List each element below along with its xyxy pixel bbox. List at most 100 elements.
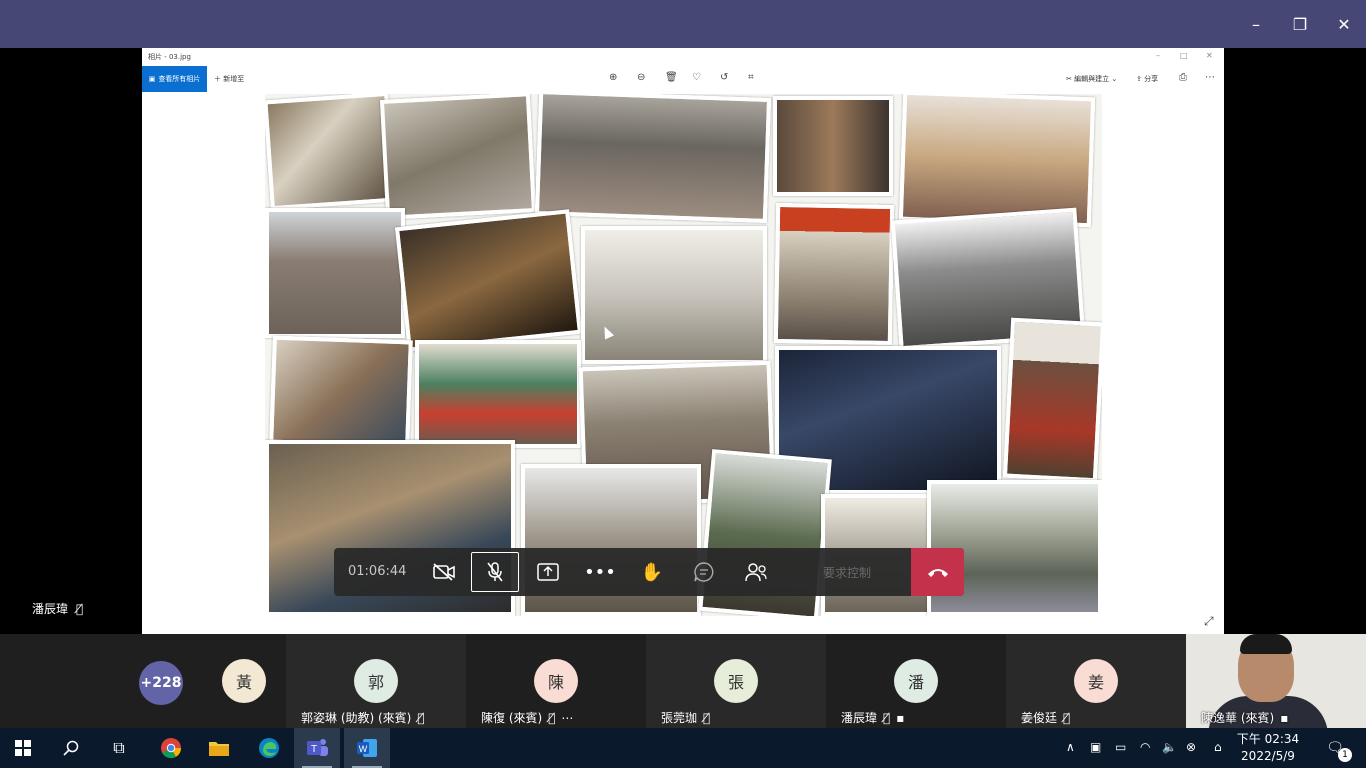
mic-muted-icon: 🎙̸ bbox=[417, 710, 425, 725]
hand-icon: ✋ bbox=[640, 561, 664, 583]
presenter-name: 潘辰瑋 bbox=[32, 602, 69, 616]
raise-hand-button[interactable]: ✋ bbox=[628, 552, 676, 592]
participant-tile[interactable]: 張 張莞珈 🎙̸ bbox=[646, 634, 826, 728]
battery-icon[interactable]: ▭ bbox=[1115, 740, 1126, 754]
participant-name-row: 張莞珈 🎙̸ bbox=[661, 709, 710, 726]
chevron-down-icon: ⌄ bbox=[1111, 75, 1118, 83]
folder-icon bbox=[209, 742, 229, 756]
windows-logo-icon bbox=[15, 740, 31, 756]
task-view-button[interactable]: ⧉ bbox=[96, 728, 142, 768]
participant-tile[interactable]: 姜 姜俊廷 🎙̸ bbox=[1006, 634, 1186, 728]
crop-icon[interactable]: ⌗ bbox=[748, 72, 754, 83]
collage-photo bbox=[773, 202, 895, 346]
svg-text:T: T bbox=[311, 744, 317, 755]
participant-tile[interactable]: 郭 郭姿琳 (助教) (來賓) 🎙̸ bbox=[286, 634, 466, 728]
notification-count-badge: 1 bbox=[1338, 748, 1352, 762]
expand-icon[interactable]: ⤢ bbox=[1204, 614, 1214, 629]
photo-collage-image bbox=[265, 94, 1102, 616]
collage-photo bbox=[1002, 317, 1102, 483]
photos-toolbar: ▣ 查看所有相片 ＋ 新增至 ⊕ ⊖ 🗑 ♡ ↺ ⌗ ✂ 編輯與建立 ⌄ ⇪ 分… bbox=[142, 66, 1224, 92]
shared-photos-window: 相片 - 03.jpg – □ ✕ ▣ 查看所有相片 ＋ 新增至 ⊕ ⊖ 🗑 ♡… bbox=[142, 48, 1224, 634]
edit-create-label: 編輯與建立 bbox=[1074, 75, 1110, 83]
ellipsis-icon: ••• bbox=[584, 561, 616, 583]
participants-button[interactable] bbox=[732, 552, 780, 592]
photo-icon: ▣ bbox=[148, 75, 156, 83]
taskbar-edge[interactable] bbox=[246, 728, 292, 768]
favorite-heart-icon[interactable]: ♡ bbox=[692, 72, 701, 83]
taskbar-chrome[interactable] bbox=[148, 728, 194, 768]
see-all-photos-button[interactable]: ▣ 查看所有相片 bbox=[142, 66, 207, 92]
collage-photo bbox=[581, 226, 767, 364]
taskbar-teams[interactable]: T bbox=[294, 728, 340, 768]
clock-time: 下午 02:34 bbox=[1236, 732, 1300, 746]
input-method-icon[interactable]: ⌂ bbox=[1214, 740, 1222, 754]
camera-toggle-button[interactable] bbox=[420, 552, 468, 592]
overflow-participants-badge[interactable]: +228 bbox=[139, 661, 183, 705]
mic-muted-icon: 🎙̸ bbox=[883, 710, 891, 725]
security-icon[interactable]: ▣ bbox=[1090, 740, 1101, 754]
rotate-icon[interactable]: ↺ bbox=[720, 72, 728, 83]
more-options-icon[interactable]: ⋯ bbox=[561, 711, 573, 725]
microphone-toggle-button[interactable] bbox=[471, 552, 519, 592]
see-all-photos-label: 查看所有相片 bbox=[158, 75, 201, 83]
wifi-icon[interactable]: ◠ bbox=[1140, 740, 1150, 754]
volume-icon[interactable]: 🔈 bbox=[1162, 740, 1177, 754]
zoom-in-icon[interactable]: ⊕ bbox=[609, 72, 617, 83]
collage-photo bbox=[265, 208, 405, 338]
close-circle-icon[interactable]: ⊗ bbox=[1186, 740, 1196, 754]
collage-photo bbox=[265, 94, 396, 211]
task-view-icon: ⧉ bbox=[113, 738, 125, 757]
chat-button[interactable] bbox=[680, 552, 728, 592]
edit-create-button[interactable]: ✂ 編輯與建立 ⌄ bbox=[1066, 74, 1117, 84]
maximize-button[interactable]: ❐ bbox=[1282, 8, 1318, 40]
clock-date: 2022/5/9 bbox=[1241, 749, 1295, 763]
share-content-button[interactable] bbox=[524, 552, 572, 592]
avatar[interactable]: 黃 bbox=[222, 659, 266, 703]
taskbar-word[interactable]: W bbox=[344, 728, 390, 768]
participant-tile[interactable]: 潘 潘辰瑋 🎙̸ ▪ bbox=[826, 634, 1006, 728]
request-control-button[interactable]: 要求控制 bbox=[786, 552, 908, 592]
share-button[interactable]: ⇪ 分享 bbox=[1136, 74, 1158, 84]
participant-tile[interactable]: 陳 陳復 (來賓) 🎙̸ ⋯ bbox=[466, 634, 646, 728]
more-actions-button[interactable]: ••• bbox=[576, 552, 624, 592]
photos-close-icon[interactable]: ✕ bbox=[1206, 51, 1213, 60]
collage-photo bbox=[415, 340, 581, 448]
close-button[interactable]: ✕ bbox=[1326, 8, 1362, 40]
plus-icon: ＋ bbox=[214, 75, 221, 83]
start-button[interactable] bbox=[0, 728, 46, 768]
share-icon: ⇪ bbox=[1136, 75, 1142, 83]
share-screen-icon bbox=[537, 563, 559, 581]
participant-name-row: 潘辰瑋 🎙̸ ▪ bbox=[841, 709, 904, 726]
participant-video-tile[interactable]: 陳逸華 (來賓) ▪ bbox=[1186, 634, 1366, 728]
participant-name: 陳復 (來賓) bbox=[481, 711, 543, 725]
collage-photo bbox=[269, 335, 413, 449]
photos-minimize-icon[interactable]: – bbox=[1156, 51, 1160, 60]
more-options-icon[interactable]: ⋯ bbox=[1205, 72, 1215, 83]
participant-name: 潘辰瑋 bbox=[841, 711, 878, 725]
avatar: 陳 bbox=[534, 659, 578, 703]
minimize-button[interactable]: – bbox=[1238, 8, 1274, 40]
avatar: 潘 bbox=[894, 659, 938, 703]
chrome-icon bbox=[161, 738, 182, 759]
search-button[interactable] bbox=[48, 728, 94, 768]
phone-hangup-icon bbox=[927, 569, 948, 577]
mic-muted-icon: 🎙̸ bbox=[548, 710, 556, 725]
zoom-out-icon[interactable]: ⊖ bbox=[637, 72, 645, 83]
participants-gallery: +228 黃 郭 郭姿琳 (助教) (來賓) 🎙̸ 陳 陳復 (來賓) 🎙̸ ⋯ 張 … bbox=[0, 634, 1366, 728]
add-to-button[interactable]: ＋ 新增至 bbox=[214, 74, 244, 84]
collage-photo bbox=[534, 94, 772, 224]
delete-icon[interactable]: 🗑 bbox=[665, 72, 678, 83]
photos-maximize-icon[interactable]: □ bbox=[1180, 51, 1188, 60]
taskbar-clock[interactable]: 下午 02:34 2022/5/9 bbox=[1236, 731, 1300, 765]
chevron-up-icon[interactable]: ∧ bbox=[1066, 740, 1075, 754]
presenter-icon: ▪ bbox=[896, 710, 905, 725]
teams-title-bar: – ❐ ✕ bbox=[0, 0, 1366, 48]
minimize-icon: – bbox=[1252, 14, 1260, 34]
avatar: 張 bbox=[714, 659, 758, 703]
taskbar-file-explorer[interactable] bbox=[196, 728, 242, 768]
print-icon[interactable]: ⎙ bbox=[1179, 72, 1187, 83]
close-icon: ✕ bbox=[1337, 14, 1351, 34]
hang-up-button[interactable] bbox=[911, 548, 964, 596]
avatar: 姜 bbox=[1074, 659, 1118, 703]
participant-name-row: 陳逸華 (來賓) ▪ bbox=[1201, 709, 1288, 726]
